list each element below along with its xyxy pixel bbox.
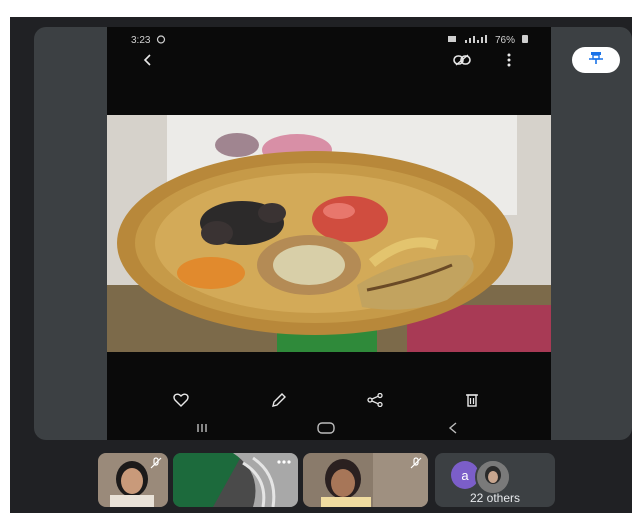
participant-tile-2[interactable] [173,453,298,507]
participant-tile-3[interactable] [303,453,428,507]
meeting-window: 3:23 76% a 22 others [10,17,632,513]
status-bar: 3:23 76% [131,33,529,47]
presentation-tile[interactable]: 3:23 76% [34,27,632,440]
mic-off-icon [410,456,422,474]
back-arrow-icon[interactable] [137,49,159,71]
battery-text: 76% [494,34,515,46]
status-time: 3:23 [131,34,151,46]
others-count-label: 22 others [469,491,521,505]
pencil-icon[interactable] [267,389,291,411]
pin-icon [587,51,605,70]
fruit-photo[interactable] [107,115,551,352]
home-icon[interactable] [315,419,337,437]
more-vert-icon[interactable] [499,49,519,71]
signal-icon [463,34,489,47]
back-icon[interactable] [442,419,464,437]
shared-phone-screen: 3:23 76% [107,27,551,440]
share-icon[interactable] [363,389,387,411]
battery-icon [521,34,529,47]
link-icon[interactable] [450,49,474,71]
photo-actions-bar [107,385,551,415]
pin-button[interactable] [572,47,620,73]
participant-tile-1[interactable] [98,453,168,507]
others-tile[interactable]: a 22 others [435,453,555,507]
mic-off-icon [150,456,162,474]
recents-icon[interactable] [191,419,213,437]
more-horiz-icon[interactable] [276,453,292,471]
android-nav-bar [107,417,551,439]
trash-icon[interactable] [460,389,484,411]
fruit-plate-image [107,115,551,352]
mute-icon [447,34,457,47]
alarm-icon [156,34,166,47]
heart-icon[interactable] [169,389,193,411]
avatar [475,459,511,495]
